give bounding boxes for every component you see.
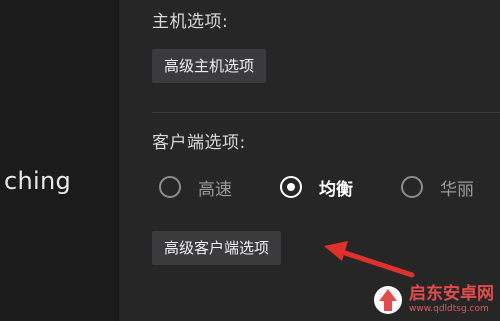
radio-unchecked-icon <box>159 176 181 198</box>
radio-option-gorgeous[interactable]: 华丽 <box>401 174 474 200</box>
section-divider <box>152 112 500 113</box>
nav-item-label[interactable]: ching <box>4 167 71 195</box>
red-arrow-annotation-icon <box>324 241 415 278</box>
client-options-title: 客户端选项: <box>152 133 246 153</box>
settings-panel: 主机选项: 高级主机选项 客户端选项: 高速 均衡 华丽 高级客户端选项 <box>119 0 500 321</box>
watermark-url: www.qdldtsg.com <box>409 304 489 314</box>
radio-option-high-speed[interactable]: 高速 <box>159 174 232 200</box>
advanced-client-options-button[interactable]: 高级客户端选项 <box>152 231 282 265</box>
radio-label-gorgeous: 华丽 <box>440 179 474 200</box>
host-options-title: 主机选项: <box>152 12 229 32</box>
watermark-logo-icon <box>374 286 402 314</box>
radio-label-high-speed: 高速 <box>198 179 232 200</box>
radio-option-balanced[interactable]: 均衡 <box>280 174 353 200</box>
radio-unchecked-icon <box>401 176 423 198</box>
radio-label-balanced: 均衡 <box>319 179 353 200</box>
left-nav-panel: ching <box>0 0 119 321</box>
advanced-host-options-button[interactable]: 高级主机选项 <box>152 49 267 83</box>
watermark-name: 启东安卓网 <box>409 284 494 304</box>
radio-checked-icon <box>280 176 302 198</box>
watermark: 启东安卓网 www.qdldtsg.com <box>373 285 494 315</box>
